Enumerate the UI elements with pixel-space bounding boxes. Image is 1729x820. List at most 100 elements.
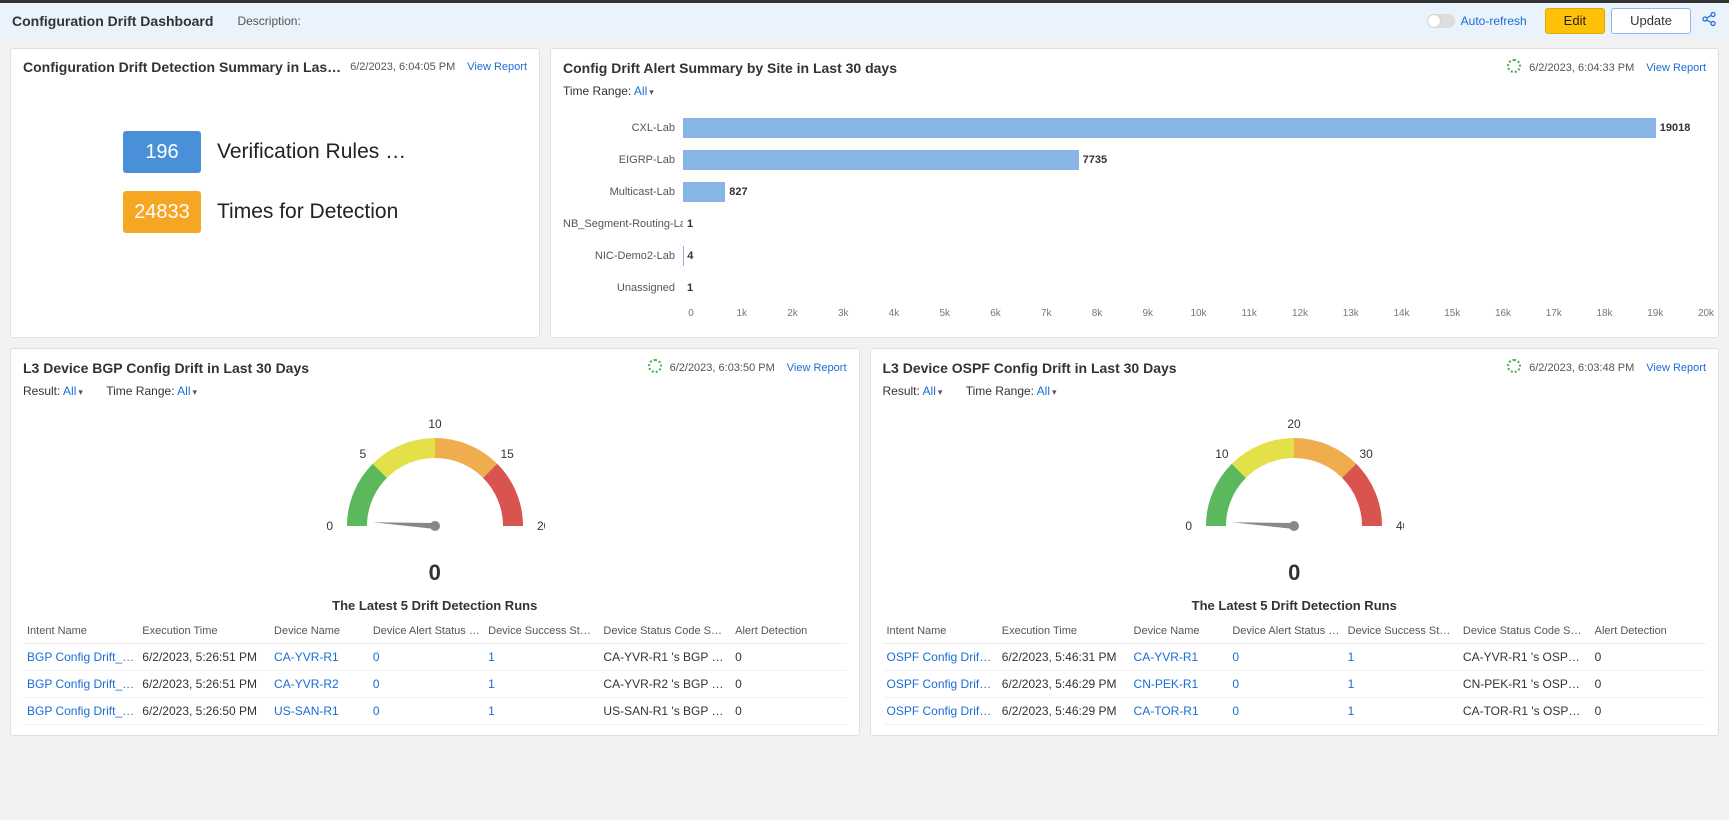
- svg-text:0: 0: [326, 519, 333, 533]
- alert-code[interactable]: 0: [369, 671, 484, 698]
- bar-row: CXL-Lab19018: [563, 112, 1706, 144]
- kpi-list: 196 Verification Rules … 24833 Times for…: [123, 131, 527, 233]
- table-column-header[interactable]: Intent Name: [883, 619, 998, 644]
- alert-code[interactable]: 0: [1228, 671, 1343, 698]
- bgp-timerange-label: Time Range:: [106, 384, 174, 398]
- edit-button[interactable]: Edit: [1545, 8, 1605, 34]
- table-column-header[interactable]: Execution Time: [998, 619, 1130, 644]
- bar-row: Unassigned1: [563, 272, 1706, 304]
- svg-text:40: 40: [1396, 519, 1404, 533]
- kpi-rules-label: Verification Rules …: [217, 140, 406, 164]
- alert-code[interactable]: 0: [369, 644, 484, 671]
- table-column-header[interactable]: Device Alert Status Code: [1228, 619, 1343, 644]
- share-icon[interactable]: [1701, 11, 1717, 30]
- intent-link[interactable]: OSPF Config Drift_…: [883, 644, 998, 671]
- bgp-timerange-dropdown[interactable]: All: [177, 384, 197, 398]
- update-button[interactable]: Update: [1611, 8, 1691, 34]
- table-column-header[interactable]: Device Success Status Code: [1344, 619, 1459, 644]
- exec-time: 6/2/2023, 5:26:51 PM: [138, 671, 270, 698]
- ospf-gauge: 010203040: [883, 406, 1707, 566]
- table-column-header[interactable]: Device Status Code Summary: [1459, 619, 1591, 644]
- bgp-result-dropdown[interactable]: All: [63, 384, 83, 398]
- intent-link[interactable]: BGP Config Drift_C…: [23, 644, 138, 671]
- ospf-result-label: Result:: [883, 384, 920, 398]
- loading-icon: [1507, 59, 1521, 76]
- alert-code[interactable]: 0: [1228, 644, 1343, 671]
- alert-detection: 0: [1591, 671, 1706, 698]
- table-column-header[interactable]: Intent Name: [23, 619, 138, 644]
- ospf-result-dropdown[interactable]: All: [923, 384, 943, 398]
- device-link[interactable]: CA-YVR-R1: [270, 644, 369, 671]
- device-link[interactable]: US-SAN-R1: [270, 698, 369, 725]
- table-column-header[interactable]: Alert Detection: [1591, 619, 1706, 644]
- table-column-header[interactable]: Alert Detection: [731, 619, 846, 644]
- site-alerts-chart: CXL-Lab19018EIGRP-Lab7735Multicast-Lab82…: [563, 106, 1706, 327]
- summary-view-report[interactable]: View Report: [467, 61, 527, 73]
- svg-text:20: 20: [1288, 417, 1302, 431]
- bar-label: EIGRP-Lab: [563, 154, 683, 166]
- exec-time: 6/2/2023, 5:26:50 PM: [138, 698, 270, 725]
- site-alerts-timestamp: 6/2/2023, 6:04:33 PM: [1529, 62, 1634, 74]
- summary-timestamp: 6/2/2023, 6:04:05 PM: [350, 61, 455, 73]
- alert-detection: 0: [731, 671, 846, 698]
- ospf-table-title: The Latest 5 Drift Detection Runs: [883, 598, 1707, 613]
- table-column-header[interactable]: Device Name: [270, 619, 369, 644]
- alert-code[interactable]: 0: [1228, 698, 1343, 725]
- table-column-header[interactable]: Device Status Code Summary: [599, 619, 731, 644]
- intent-link[interactable]: OSPF Config Drift_…: [883, 671, 998, 698]
- alert-detection: 0: [1591, 644, 1706, 671]
- svg-text:0: 0: [1186, 519, 1193, 533]
- exec-time: 6/2/2023, 5:46:29 PM: [998, 698, 1130, 725]
- bgp-title: L3 Device BGP Config Drift in Last 30 Da…: [23, 360, 309, 376]
- bgp-gauge: 05101520: [23, 406, 847, 566]
- ospf-timerange-label: Time Range:: [966, 384, 1034, 398]
- site-alerts-view-report[interactable]: View Report: [1646, 62, 1706, 74]
- success-code[interactable]: 1: [1344, 698, 1459, 725]
- intent-link[interactable]: OSPF Config Drift_…: [883, 698, 998, 725]
- bar-row: Multicast-Lab827: [563, 176, 1706, 208]
- table-column-header[interactable]: Device Alert Status Code: [369, 619, 484, 644]
- status-summary: US-SAN-R1 's BGP c…: [599, 698, 731, 725]
- exec-time: 6/2/2023, 5:46:29 PM: [998, 671, 1130, 698]
- success-code[interactable]: 1: [1344, 671, 1459, 698]
- intent-link[interactable]: BGP Config Drift_C…: [23, 671, 138, 698]
- table-row: BGP Config Drift_C…6/2/2023, 5:26:51 PMC…: [23, 671, 847, 698]
- site-timerange-label: Time Range:: [563, 84, 631, 98]
- site-timerange-dropdown[interactable]: All: [634, 84, 654, 98]
- success-code[interactable]: 1: [1344, 644, 1459, 671]
- ospf-title: L3 Device OSPF Config Drift in Last 30 D…: [883, 360, 1177, 376]
- status-summary: CN-PEK-R1 's OSPF c…: [1459, 671, 1591, 698]
- alert-code[interactable]: 0: [369, 698, 484, 725]
- kpi-rules-value: 196: [123, 131, 201, 173]
- svg-text:15: 15: [500, 447, 514, 461]
- device-link[interactable]: CN-PEK-R1: [1130, 671, 1229, 698]
- success-code[interactable]: 1: [484, 644, 599, 671]
- bar-row: EIGRP-Lab7735: [563, 144, 1706, 176]
- device-link[interactable]: CA-YVR-R1: [1130, 644, 1229, 671]
- exec-time: 6/2/2023, 5:46:31 PM: [998, 644, 1130, 671]
- bar-label: Unassigned: [563, 282, 683, 294]
- bgp-view-report[interactable]: View Report: [787, 362, 847, 374]
- loading-icon: [1507, 359, 1521, 376]
- ospf-timerange-dropdown[interactable]: All: [1037, 384, 1057, 398]
- svg-text:5: 5: [359, 447, 366, 461]
- table-column-header[interactable]: Device Success Status Code: [484, 619, 599, 644]
- device-link[interactable]: CA-YVR-R2: [270, 671, 369, 698]
- alert-detection: 0: [1591, 698, 1706, 725]
- auto-refresh-toggle[interactable]: [1427, 14, 1455, 28]
- device-link[interactable]: CA-TOR-R1: [1130, 698, 1229, 725]
- table-column-header[interactable]: Execution Time: [138, 619, 270, 644]
- ospf-timestamp: 6/2/2023, 6:03:48 PM: [1529, 362, 1634, 374]
- table-row: BGP Config Drift_C…6/2/2023, 5:26:51 PMC…: [23, 644, 847, 671]
- success-code[interactable]: 1: [484, 698, 599, 725]
- bgp-table-title: The Latest 5 Drift Detection Runs: [23, 598, 847, 613]
- description-label: Description:: [237, 14, 300, 28]
- svg-text:30: 30: [1360, 447, 1374, 461]
- success-code[interactable]: 1: [484, 671, 599, 698]
- table-column-header[interactable]: Device Name: [1130, 619, 1229, 644]
- page-header: Configuration Drift Dashboard Descriptio…: [0, 0, 1729, 38]
- ospf-view-report[interactable]: View Report: [1646, 362, 1706, 374]
- status-summary: CA-TOR-R1 's OSPF c…: [1459, 698, 1591, 725]
- site-alerts-panel: Config Drift Alert Summary by Site in La…: [550, 48, 1719, 338]
- intent-link[interactable]: BGP Config Drift_U…: [23, 698, 138, 725]
